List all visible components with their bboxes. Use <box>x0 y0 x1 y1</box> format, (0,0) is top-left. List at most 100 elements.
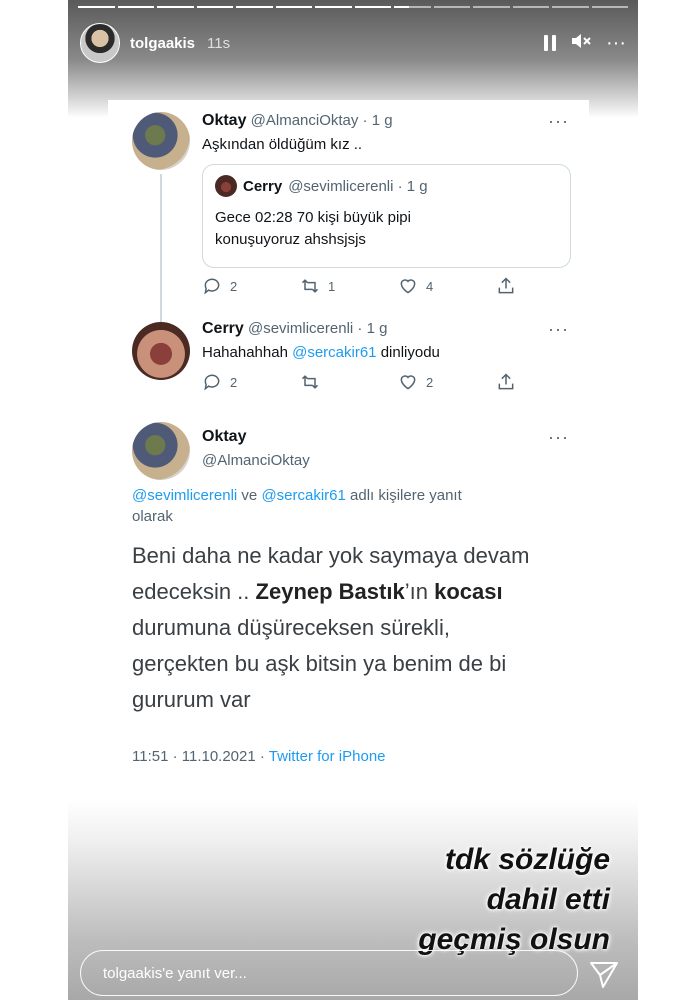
tweet-cerry-reply: Cerry @sevimlicerenli · 1 g ··· Hahahahh… <box>132 320 571 400</box>
paper-plane-icon[interactable] <box>588 958 620 990</box>
quoted-author-name: Cerry <box>243 177 283 195</box>
story-overlay-text: tdk sözlüğe dahil etti geçmiş olsun <box>418 840 610 960</box>
reply-connector: ve <box>241 487 258 504</box>
reply-placeholder: tolgaakis'e yanıt ver... <box>103 964 247 982</box>
tweet-text-part: dinliyodu <box>380 344 440 361</box>
story-reply-input[interactable]: tolgaakis'e yanıt ver... <box>80 950 578 996</box>
reply-button[interactable]: 2 <box>202 276 300 296</box>
tweet-author-name-line: Oktay <box>202 428 571 446</box>
progress-segment <box>512 6 549 8</box>
progress-segment <box>354 6 391 8</box>
tweet-screenshot-card: Oktay @AlmanciOktay · 1 g ··· Aşkından ö… <box>108 100 589 780</box>
tweet-actions: 2 2 <box>202 372 594 392</box>
mention-link[interactable]: @sercakir61 <box>292 344 376 361</box>
quoted-tweet-text: Gece 02:28 70 kişi büyük pipi konuşuyoru… <box>215 207 558 251</box>
overlay-line: dahil etti <box>486 883 610 916</box>
share-button[interactable] <box>496 372 594 392</box>
mention-link[interactable]: @sercakir61 <box>261 487 345 504</box>
heart-icon <box>400 375 416 390</box>
tweet-line: Beni daha ne kadar yok saymaya devam <box>132 543 530 568</box>
reply-icon <box>204 278 220 295</box>
reply-icon <box>204 374 220 391</box>
quoted-handle-time: @sevimlicerenli · 1 g <box>288 177 428 195</box>
progress-segment <box>552 6 589 8</box>
tweet-timestamp: 11:51 · 11.10.2021 · <box>132 748 265 765</box>
pause-icon[interactable] <box>544 35 557 51</box>
progress-segment <box>117 6 154 8</box>
author-name: Oktay <box>202 112 247 129</box>
like-button[interactable]: 2 <box>398 372 496 392</box>
quoted-tweet-header: Cerry @sevimlicerenli · 1 g <box>215 175 558 197</box>
retweet-count: 1 <box>328 278 336 294</box>
tweet-line: durumuna düşüreceksen sürekli, <box>132 615 450 640</box>
author-handle-time: @sevimlicerenli · 1 g <box>247 320 388 337</box>
tweet-more-icon[interactable]: ··· <box>548 112 569 130</box>
like-count: 4 <box>426 278 434 294</box>
tweet-more-icon[interactable]: ··· <box>548 320 569 338</box>
tweet-line: gerçekten bu aşk bitsin ya benim de bi <box>132 651 507 676</box>
speaker-muted-icon[interactable] <box>570 31 592 55</box>
replying-to: @sevimlicerenli ve @sercakir61 adlı kişi… <box>132 485 569 527</box>
progress-segment <box>394 6 431 8</box>
tweet-source-link[interactable]: Twitter for iPhone <box>269 748 386 765</box>
tweet-oktay-main: Oktay @AlmanciOktay ··· <box>132 422 571 482</box>
tweet-author-line: Oktay @AlmanciOktay · 1 g <box>202 112 571 130</box>
quoted-text-line: konuşuyoruz ahshsjsjs <box>215 231 366 248</box>
author-handle: @AlmanciOktay <box>202 452 310 469</box>
story-frame: tolgaakis 11s ··· Oktay @AlmanciOktay · … <box>68 0 638 1000</box>
tweet-more-icon[interactable]: ··· <box>548 428 569 446</box>
reply-suffix: olarak <box>132 508 173 525</box>
quoted-tweet[interactable]: Cerry @sevimlicerenli · 1 g Gece 02:28 7… <box>202 164 571 268</box>
progress-segment <box>433 6 470 8</box>
tweet-text-part: ’ın <box>404 579 428 604</box>
story-age: 11s <box>207 34 231 52</box>
share-icon <box>498 277 514 294</box>
quoted-text-line: Gece 02:28 70 kişi büyük pipi <box>215 209 411 226</box>
progress-segment <box>591 6 628 8</box>
tweet-line: edeceksin .. Zeynep Bastık’ın kocası <box>132 574 569 610</box>
tweet-oktay-quote: Oktay @AlmanciOktay · 1 g ··· Aşkından ö… <box>132 112 571 324</box>
overlay-line: tdk sözlüğe <box>444 843 610 876</box>
retweet-button[interactable]: 1 <box>300 276 398 296</box>
reply-suffix: adlı kişilere yanıt <box>350 487 462 504</box>
progress-segment <box>473 6 510 8</box>
like-count: 2 <box>426 374 434 390</box>
share-button[interactable] <box>496 276 594 296</box>
progress-segment <box>196 6 233 8</box>
tweet-text-bold: Zeynep Bastık <box>255 579 405 604</box>
progress-segment <box>78 6 115 8</box>
progress-segment <box>157 6 194 8</box>
like-button[interactable]: 4 <box>398 276 496 296</box>
tweet-actions: 2 1 4 <box>202 276 594 296</box>
reply-button[interactable]: 2 <box>202 372 300 392</box>
tweet-text: Hahahahhah @sercakir61 dinliyodu <box>202 344 571 361</box>
tweet-text-bold: kocası <box>434 579 503 604</box>
main-tweet-text: Beni daha ne kadar yok saymaya devam ede… <box>132 538 569 718</box>
author-name: Cerry <box>202 320 244 337</box>
tweet-meta: 11:51 · 11.10.2021 · Twitter for iPhone <box>132 748 386 765</box>
tweet-text: Aşkından öldüğüm kız .. <box>202 136 363 153</box>
retweet-icon <box>301 279 319 293</box>
story-header: tolgaakis 11s ··· <box>80 22 626 64</box>
progress-segment <box>275 6 312 8</box>
retweet-icon <box>301 375 319 389</box>
share-icon <box>498 373 514 390</box>
mention-link[interactable]: @sevimlicerenli <box>132 487 237 504</box>
tweet-text-part: edeceksin .. <box>132 579 250 604</box>
more-options-icon[interactable]: ··· <box>606 33 626 53</box>
story-username[interactable]: tolgaakis <box>130 35 195 52</box>
thread-line <box>160 174 162 324</box>
progress-segment <box>236 6 273 8</box>
avatar <box>132 422 190 480</box>
quoted-avatar <box>215 175 237 197</box>
tweet-line: gururum var <box>132 687 251 712</box>
story-progress-bar <box>78 6 628 8</box>
author-handle-time: @AlmanciOktay · 1 g <box>250 112 393 129</box>
heart-icon <box>400 279 416 294</box>
reply-count: 2 <box>230 278 238 294</box>
avatar <box>132 322 190 380</box>
retweet-button[interactable] <box>300 372 398 392</box>
avatar <box>132 112 190 170</box>
story-user-avatar[interactable] <box>80 23 120 63</box>
tweet-text-part: Hahahahhah <box>202 344 288 361</box>
